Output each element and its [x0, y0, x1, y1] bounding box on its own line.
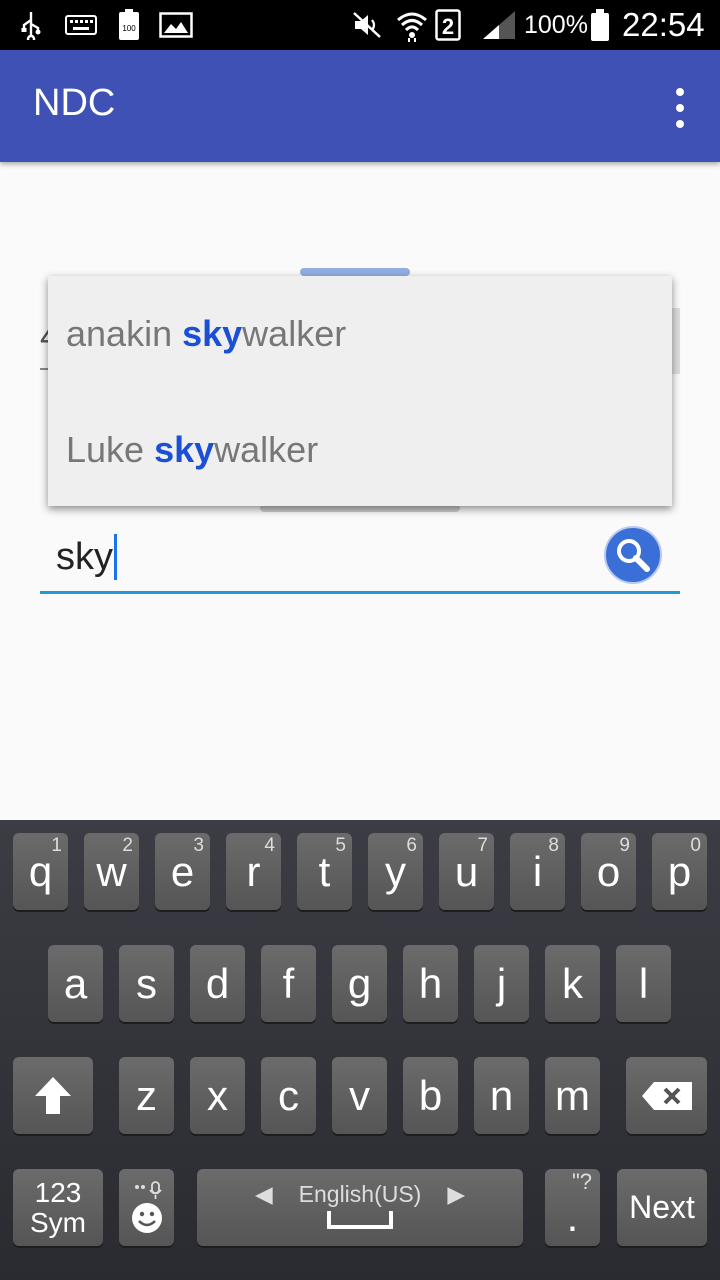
overflow-menu-icon[interactable]	[670, 88, 690, 128]
shift-icon	[35, 1076, 71, 1114]
next-button[interactable]: Next	[617, 1169, 707, 1246]
key-c[interactable]: c	[261, 1057, 316, 1134]
key-f[interactable]: f	[261, 945, 316, 1022]
search-button[interactable]	[604, 526, 662, 584]
space-key[interactable]: ◀ English(US) ▶	[197, 1169, 523, 1246]
language-label: English(US)	[298, 1181, 422, 1207]
sim-badge-icon: 2	[434, 0, 462, 50]
chevron-left-icon: ◀	[254, 1181, 273, 1207]
suggestion-item[interactable]: anakin sky walker	[66, 276, 346, 392]
key-y[interactable]: 6y	[368, 833, 423, 910]
key-q[interactable]: 1q	[13, 833, 68, 910]
background-field-edge	[672, 308, 680, 374]
key-k[interactable]: k	[545, 945, 600, 1022]
key-a[interactable]: a	[48, 945, 103, 1022]
app-title: NDC	[33, 82, 116, 124]
key-p[interactable]: 0p	[652, 833, 707, 910]
key-w[interactable]: 2w	[84, 833, 139, 910]
svg-text:2: 2	[442, 14, 454, 39]
search-underline	[40, 591, 680, 594]
key-z[interactable]: z	[119, 1057, 174, 1134]
mute-icon	[350, 0, 384, 50]
chevron-right-icon: ▶	[447, 1181, 466, 1207]
key-u[interactable]: 7u	[439, 833, 494, 910]
key-o[interactable]: 9o	[581, 833, 636, 910]
spacebar-icon	[327, 1211, 393, 1229]
key-n[interactable]: n	[474, 1057, 529, 1134]
key-d[interactable]: d	[190, 945, 245, 1022]
image-icon	[158, 0, 194, 50]
key-g[interactable]: g	[332, 945, 387, 1022]
signal-icon	[480, 0, 518, 50]
app-bar: NDC	[0, 50, 720, 162]
battery-badge-icon: 100	[116, 0, 142, 50]
key-r[interactable]: 4r	[226, 833, 281, 910]
search-input-value: sky	[56, 535, 113, 578]
key-t[interactable]: 5t	[297, 833, 352, 910]
background-heading-fragment	[300, 268, 410, 276]
suggestion-dropdown: anakin sky walker Luke sky walker	[48, 276, 672, 506]
search-input[interactable]: sky	[56, 534, 117, 580]
key-x[interactable]: x	[190, 1057, 245, 1134]
svg-text:100: 100	[122, 24, 136, 33]
battery-percent: 100%	[524, 11, 588, 39]
usb-icon	[18, 0, 44, 50]
status-bar: 100 2 100% 22:54	[0, 0, 720, 50]
key-m[interactable]: m	[545, 1057, 600, 1134]
key-e[interactable]: 3e	[155, 833, 210, 910]
key-l[interactable]: l	[616, 945, 671, 1022]
text-caret	[114, 534, 117, 580]
shift-key[interactable]	[13, 1057, 93, 1134]
suggestion-item[interactable]: Luke sky walker	[66, 392, 318, 508]
keyboard-icon	[64, 0, 98, 50]
emoji-icon	[131, 1180, 162, 1233]
wifi-icon	[394, 0, 430, 50]
key-b[interactable]: b	[403, 1057, 458, 1134]
key-v[interactable]: v	[332, 1057, 387, 1134]
search-field[interactable]: sky	[40, 520, 680, 594]
backspace-key[interactable]	[626, 1057, 707, 1134]
emoji-key[interactable]	[119, 1169, 174, 1246]
soft-keyboard: 1q 2w 3e 4r 5t 6y 7u 8i 9o 0p a s d f g …	[0, 820, 720, 1280]
clock: 22:54	[622, 6, 705, 43]
search-icon	[617, 539, 650, 572]
symbols-key[interactable]: 123 Sym	[13, 1169, 103, 1246]
battery-icon	[588, 0, 612, 50]
period-key[interactable]: "? .	[545, 1169, 600, 1246]
key-j[interactable]: j	[474, 945, 529, 1022]
backspace-icon	[641, 1081, 692, 1110]
key-h[interactable]: h	[403, 945, 458, 1022]
key-i[interactable]: 8i	[510, 833, 565, 910]
key-s[interactable]: s	[119, 945, 174, 1022]
